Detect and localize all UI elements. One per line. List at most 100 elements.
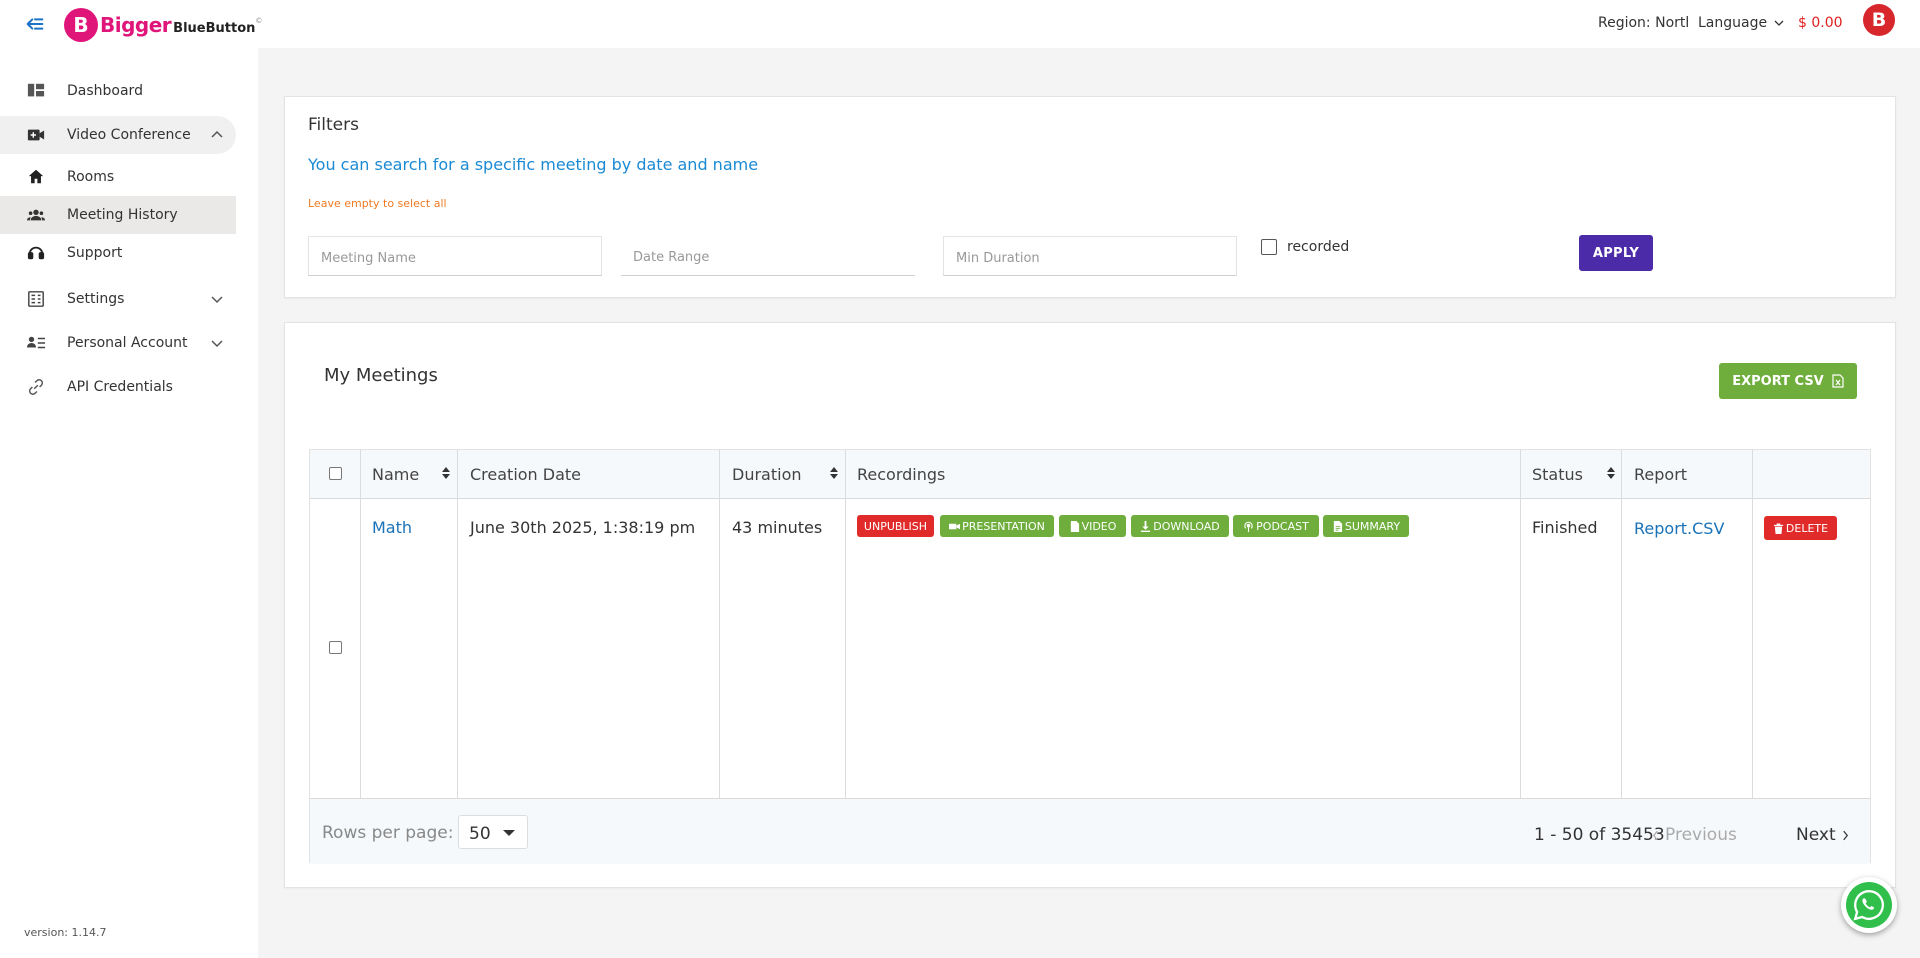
- apply-button[interactable]: APPLY: [1579, 235, 1653, 271]
- chevron-right-icon: [1842, 830, 1848, 840]
- chevron-left-icon: [1652, 830, 1658, 840]
- filters-subtitle: You can search for a specific meeting by…: [308, 155, 759, 174]
- column-header-status[interactable]: Status: [1532, 465, 1583, 484]
- filters-hint: Leave empty to select all: [308, 197, 447, 210]
- meeting-name-link[interactable]: Math: [372, 518, 412, 537]
- filters-title: Filters: [308, 115, 359, 135]
- video-camera-icon: [949, 523, 961, 529]
- date-range-input[interactable]: Date Range: [621, 236, 915, 276]
- summary-label: SUMMARY: [1344, 519, 1401, 533]
- sidebar-item-label: Rooms: [67, 169, 115, 185]
- account-list-icon: [26, 333, 46, 353]
- sidebar: Dashboard Video Conference Rooms Meeting…: [0, 48, 258, 958]
- next-label: Next: [1796, 825, 1836, 845]
- sidebar-item-label: Settings: [67, 291, 125, 307]
- account-balance[interactable]: $ 0.00: [1798, 15, 1843, 31]
- export-csv-button[interactable]: EXPORT CSV: [1719, 363, 1857, 399]
- download-button[interactable]: DOWNLOAD: [1131, 515, 1229, 537]
- pagination-range: 1 - 50 of 35453: [1534, 825, 1665, 845]
- podcast-icon: [1244, 521, 1253, 532]
- next-page-button[interactable]: Next: [1796, 825, 1849, 845]
- sort-icon[interactable]: [829, 464, 839, 482]
- download-icon: [1141, 520, 1151, 532]
- logo-icon: B: [64, 8, 98, 42]
- link-icon: [26, 377, 46, 397]
- unpublish-label: UNPUBLISH: [863, 519, 928, 533]
- sidebar-item-label: Support: [67, 245, 123, 261]
- sidebar-item-settings[interactable]: Settings: [0, 280, 236, 318]
- sidebar-item-support[interactable]: Support: [0, 234, 236, 272]
- sidebar-item-label: Dashboard: [67, 83, 143, 99]
- trash-icon: [1773, 522, 1783, 534]
- unpublish-button[interactable]: UNPUBLISH: [857, 515, 934, 537]
- sidebar-item-meeting-history[interactable]: Meeting History: [0, 196, 236, 234]
- meeting-name-input[interactable]: Meeting Name: [308, 236, 602, 276]
- export-csv-label: EXPORT CSV: [1732, 373, 1824, 389]
- table-footer: Rows per page: 50 1 - 50 of 35453 Previo…: [310, 798, 1870, 864]
- podcast-button[interactable]: PODCAST: [1233, 515, 1319, 537]
- sidebar-item-label: Meeting History: [67, 207, 178, 223]
- sort-icon[interactable]: [441, 464, 451, 482]
- column-header-duration[interactable]: Duration: [732, 465, 802, 484]
- logo-text-secondary: BlueButton: [173, 20, 256, 36]
- chevron-up-icon: [211, 130, 223, 138]
- meeting-duration: 43 minutes: [732, 518, 823, 537]
- select-all-checkbox[interactable]: [329, 467, 342, 480]
- logo-mark: ©: [255, 17, 263, 25]
- dashboard-icon: [26, 81, 46, 101]
- min-duration-input[interactable]: Min Duration: [943, 236, 1237, 276]
- avatar[interactable]: B: [1863, 4, 1895, 36]
- file-excel-icon: [1832, 374, 1844, 388]
- sort-icon[interactable]: [1606, 464, 1616, 482]
- row-checkbox[interactable]: [329, 641, 342, 654]
- rows-per-page-select[interactable]: 50: [458, 815, 528, 849]
- sidebar-item-dashboard[interactable]: Dashboard: [0, 72, 236, 110]
- meeting-status: Finished: [1532, 518, 1598, 537]
- previous-page-button[interactable]: Previous: [1652, 825, 1737, 845]
- meetings-card: My Meetings EXPORT CSV Name Creation Dat…: [284, 322, 1896, 888]
- summary-button[interactable]: SUMMARY: [1323, 515, 1409, 537]
- rows-per-page-label: Rows per page:: [322, 823, 454, 843]
- logo[interactable]: B Bigger BlueButton ©: [64, 7, 262, 43]
- meetings-title: My Meetings: [324, 365, 438, 386]
- podcast-label: PODCAST: [1256, 519, 1309, 533]
- whatsapp-chat-button[interactable]: [1841, 877, 1897, 933]
- previous-label: Previous: [1665, 825, 1737, 845]
- sidebar-item-video-conference[interactable]: Video Conference: [0, 116, 236, 154]
- delete-button[interactable]: DELETE: [1764, 516, 1837, 540]
- file-icon: [1070, 520, 1079, 532]
- presentation-button[interactable]: PRESENTATION: [940, 515, 1054, 537]
- rows-per-page-value: 50: [469, 824, 491, 844]
- video-label: VIDEO: [1081, 519, 1117, 533]
- column-header-name[interactable]: Name: [372, 465, 419, 484]
- delete-label: DELETE: [1785, 521, 1829, 535]
- column-header-recordings: Recordings: [857, 465, 946, 484]
- recorded-label: recorded: [1287, 239, 1350, 255]
- presentation-label: PRESENTATION: [962, 519, 1045, 533]
- sidebar-item-label: API Credentials: [67, 379, 173, 395]
- region-selector[interactable]: Region: North: [1598, 15, 1688, 31]
- meetings-table: Name Creation Date Duration Recordings S…: [309, 449, 1871, 864]
- chevron-down-icon: [211, 340, 223, 348]
- recorded-checkbox[interactable]: recorded: [1261, 239, 1349, 255]
- top-header: B Bigger BlueButton © Region: North Lang…: [0, 0, 1920, 48]
- column-header-creation-date: Creation Date: [470, 465, 582, 484]
- language-label: Language: [1698, 15, 1768, 31]
- file-text-icon: [1333, 520, 1342, 532]
- sidebar-item-rooms[interactable]: Rooms: [0, 158, 236, 196]
- language-selector[interactable]: Language: [1698, 15, 1785, 31]
- video-button[interactable]: VIDEO: [1059, 515, 1126, 537]
- sidebar-item-personal-account[interactable]: Personal Account: [0, 324, 236, 362]
- logo-text-primary: Bigger: [100, 13, 172, 37]
- settings-icon: [26, 289, 46, 309]
- checkbox-box[interactable]: [1261, 239, 1277, 255]
- filters-card: Filters You can search for a specific me…: [284, 96, 1896, 298]
- sidebar-item-label: Personal Account: [67, 335, 188, 351]
- people-icon: [26, 205, 46, 225]
- whatsapp-icon: [1846, 882, 1892, 928]
- report-csv-link[interactable]: Report.CSV: [1634, 519, 1724, 538]
- back-arrow-icon[interactable]: [24, 13, 46, 35]
- sidebar-item-api-credentials[interactable]: API Credentials: [0, 368, 236, 406]
- home-icon: [26, 167, 46, 187]
- sidebar-item-label: Video Conference: [67, 127, 191, 143]
